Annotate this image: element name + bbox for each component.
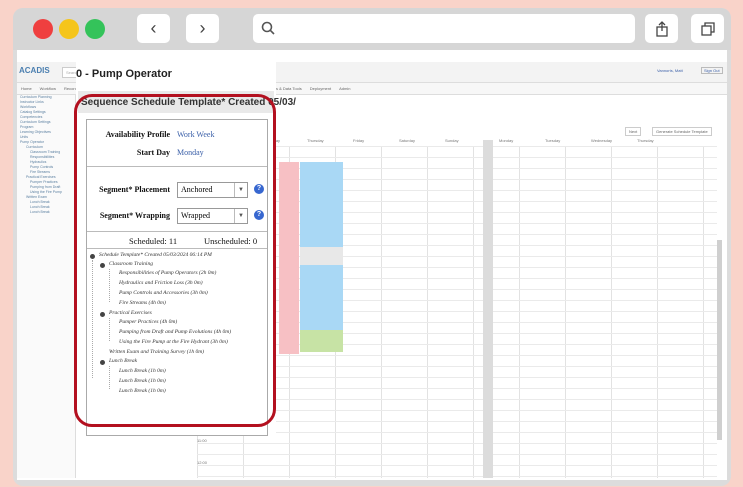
column-header: Thursday bbox=[637, 138, 654, 143]
calendar-event[interactable] bbox=[300, 265, 343, 332]
column-header: Monday bbox=[499, 138, 514, 143]
column-header: Thursday bbox=[307, 138, 324, 143]
chevron-right-icon: › bbox=[199, 18, 206, 38]
nav-item[interactable]: Admin bbox=[339, 86, 350, 91]
browser-toolbar: ‹ › bbox=[13, 8, 731, 50]
nav-item[interactable]: Home bbox=[21, 86, 32, 91]
column-header: Tuesday bbox=[545, 138, 561, 143]
minimize-window-button[interactable] bbox=[59, 19, 79, 39]
column-header: Sunday bbox=[445, 138, 459, 143]
share-button[interactable] bbox=[645, 14, 678, 43]
chevron-left-icon: ‹ bbox=[150, 18, 157, 38]
page-title: 0 - Pump Operator bbox=[76, 68, 172, 80]
column-header: Wednesday bbox=[591, 138, 613, 143]
column-header: Saturday bbox=[399, 138, 416, 143]
tabs-button[interactable] bbox=[691, 14, 724, 43]
maximize-window-button[interactable] bbox=[85, 19, 105, 39]
nav-item[interactable]: Workflow bbox=[40, 86, 56, 91]
calendar-event[interactable] bbox=[279, 162, 299, 354]
vertical-scrollbar[interactable] bbox=[717, 240, 722, 440]
generate-template-button[interactable]: Generate Schedule Template bbox=[652, 127, 712, 136]
time-label: 11:00 bbox=[197, 438, 207, 443]
calendar-event[interactable] bbox=[300, 162, 343, 249]
forward-button[interactable]: › bbox=[186, 14, 219, 43]
column-header: Friday bbox=[353, 138, 365, 143]
week-divider bbox=[483, 140, 493, 478]
highlight-annotation bbox=[74, 94, 276, 427]
nav-item[interactable]: Deployment bbox=[310, 86, 331, 91]
tabs-icon bbox=[700, 21, 715, 36]
back-button[interactable]: ‹ bbox=[137, 14, 170, 43]
address-bar[interactable] bbox=[253, 14, 635, 43]
curriculum-tree-pane: Curriculum Planning Instructor Links Workf… bbox=[17, 95, 76, 478]
share-icon bbox=[655, 20, 668, 37]
sign-out-button[interactable]: Sign Out bbox=[701, 67, 723, 74]
next-button[interactable]: Next bbox=[625, 127, 642, 136]
acadis-logo: ACADIS bbox=[19, 66, 50, 75]
calendar-event[interactable] bbox=[300, 330, 343, 352]
tree-item[interactable]: Lunch Break bbox=[17, 210, 75, 215]
user-name[interactable]: Vannorts, Matt bbox=[657, 68, 683, 73]
search-icon bbox=[261, 21, 275, 35]
time-label: 12:00 bbox=[197, 460, 208, 465]
close-window-button[interactable] bbox=[33, 19, 53, 39]
calendar-event[interactable] bbox=[300, 247, 343, 267]
